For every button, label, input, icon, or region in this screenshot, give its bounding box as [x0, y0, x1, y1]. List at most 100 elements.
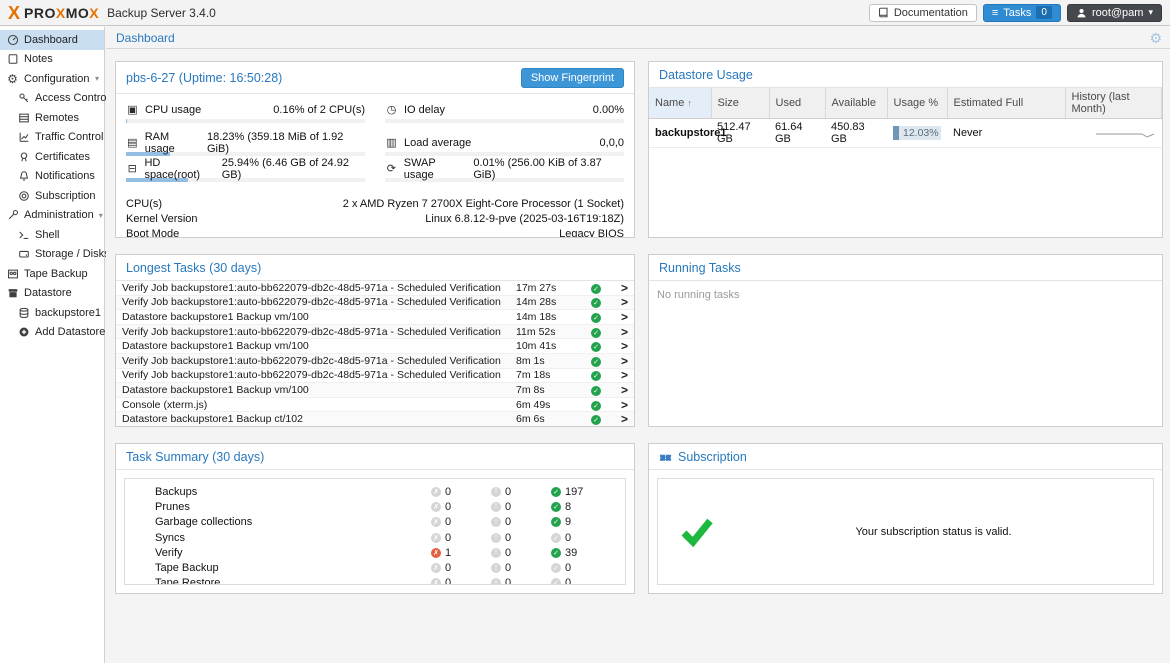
column-header-available[interactable]: Available — [825, 88, 888, 119]
sidebar-item-configuration[interactable]: ⚙ Configuration ▾ — [0, 69, 104, 89]
sidebar-item-remotes[interactable]: Remotes — [0, 108, 104, 128]
sidebar-item-add-datastore[interactable]: Add Datastore — [0, 323, 105, 343]
task-ok-icon: ✓ — [591, 356, 601, 367]
sidebar-item-subscription[interactable]: Subscription — [0, 186, 104, 206]
sidebar-item-tape-backup[interactable]: Tape Backup — [0, 264, 104, 284]
task-row[interactable]: Verify Job backupstore1:auto-bb622079-db… — [116, 368, 634, 384]
task-open-chevron-icon[interactable]: > — [610, 412, 628, 426]
subscription-status-text: Your subscription status is valid. — [855, 525, 1012, 538]
sidebar-item-administration[interactable]: Administration ▾ — [0, 206, 104, 226]
proxmox-logo: X PROXMOX — [8, 4, 99, 22]
summary-row-syncs[interactable]: Syncs ✗ 0 ! 0 ✓ 0 — [125, 530, 625, 545]
wrench-icon — [6, 209, 19, 222]
summary-row-tape-backup[interactable]: Tape Backup ✗ 0 ! 0 ✓ 0 — [125, 560, 625, 575]
column-header-used[interactable]: Used — [769, 88, 826, 119]
task-open-chevron-icon[interactable]: > — [610, 281, 628, 295]
column-header-estimated-full[interactable]: Estimated Full — [947, 88, 1066, 119]
collapse-chevron-icon[interactable]: ▾ — [95, 74, 99, 83]
task-open-chevron-icon[interactable]: > — [610, 398, 628, 412]
column-header-history[interactable]: History (last Month) — [1065, 88, 1162, 119]
proxmox-wordmark: PROXMOX — [24, 4, 100, 21]
error-count-icon: ✗ — [431, 532, 441, 543]
task-row[interactable]: Verify Job backupstore1:auto-bb622079-db… — [116, 354, 634, 369]
dashboard-settings-gear-icon[interactable]: ⚙ — [1149, 31, 1162, 45]
task-row[interactable]: Datastore backupstore1 Backup vm/100 14m … — [116, 310, 634, 325]
support-icon — [17, 189, 30, 202]
warning-count-icon: ! — [491, 547, 501, 558]
ok-count-icon: ✓ — [551, 517, 561, 528]
summary-row-prunes[interactable]: Prunes ✗ 0 ! 0 ✓ 8 — [125, 499, 625, 514]
memory-icon: ▤ — [127, 137, 138, 149]
task-open-chevron-icon[interactable]: > — [610, 325, 628, 339]
column-header-size[interactable]: Size — [711, 88, 770, 119]
page-title: Dashboard — [116, 30, 175, 45]
longest-tasks-panel: Longest Tasks (30 days) Verify Job backu… — [115, 254, 635, 427]
documentation-label: Documentation — [893, 6, 968, 19]
cpu-progress-bar — [126, 119, 365, 123]
ok-count-icon: ✓ — [551, 563, 561, 574]
archive-icon — [6, 287, 19, 300]
task-open-chevron-icon[interactable]: > — [610, 354, 628, 368]
task-row[interactable]: Datastore backupstore1 Backup vm/100 7m 8… — [116, 383, 634, 398]
task-ok-icon: ✓ — [591, 298, 601, 309]
proxmox-x-icon: X — [8, 2, 21, 23]
collapse-chevron-icon[interactable]: ▾ — [99, 211, 103, 220]
error-count-icon: ✗ — [431, 517, 441, 528]
cpu-icon: ▣ — [127, 104, 138, 116]
task-open-chevron-icon[interactable]: > — [610, 368, 628, 382]
user-label: root@pam — [1091, 6, 1144, 19]
remotes-list-icon — [17, 111, 30, 124]
ram-usage-stat: ▤ RAM usage 18.23% (359.18 MiB of 1.92 GiB… — [126, 131, 365, 156]
task-open-chevron-icon[interactable]: > — [610, 383, 628, 397]
summary-row-backups[interactable]: Backups ✗ 0 ! 0 ✓ 197 — [125, 484, 625, 499]
show-fingerprint-button[interactable]: Show Fingerprint — [520, 68, 624, 88]
sidebar-item-dashboard[interactable]: Dashboard — [0, 30, 104, 50]
product-name: Backup Server 3.4.0 — [107, 5, 216, 20]
load-icon: ▥ — [386, 137, 397, 149]
tasks-button[interactable]: ≡ Tasks 0 — [982, 3, 1061, 22]
column-header-name[interactable]: Name ↑ — [649, 88, 712, 119]
error-count-icon: ✗ — [431, 563, 441, 574]
traffic-chart-icon — [17, 131, 30, 144]
column-header-usage[interactable]: Usage % — [887, 88, 948, 119]
error-count-icon: ✗ — [431, 486, 441, 497]
sidebar-item-traffic-control[interactable]: Traffic Control — [0, 128, 104, 148]
datastore-row-backupstore1[interactable]: backupstore1 512.47 GB 61.64 GB 450.83 G… — [649, 118, 1162, 148]
task-open-chevron-icon[interactable]: > — [610, 339, 628, 353]
sidebar-item-notes[interactable]: Notes — [0, 50, 104, 70]
task-open-chevron-icon[interactable]: > — [610, 295, 628, 309]
task-row[interactable]: Verify Job backupstore1:auto-bb622079-db… — [116, 325, 634, 340]
sidebar-item-datastore[interactable]: Datastore — [0, 284, 104, 304]
sort-ascending-icon: ↑ — [687, 98, 692, 108]
book-icon — [878, 7, 888, 18]
summary-row-verify[interactable]: Verify ✗ 1 ! 0 ✓ 39 — [125, 545, 625, 560]
warning-count-icon: ! — [491, 517, 501, 528]
load-average-stat: ▥ Load average 0,0,0 — [385, 135, 624, 156]
summary-row-tape-restore[interactable]: Tape Restore ✗ 0 ! 0 ✓ 0 — [125, 576, 625, 584]
sidebar-item-certificates[interactable]: Certificates — [0, 147, 104, 167]
main-content: Dashboard ⚙ pbs-6-27 (Uptime: 16:50:28) … — [106, 27, 1170, 663]
swap-usage-stat: ⟳ SWAP usage 0.01% (256.00 KiB of 3.87 GiB… — [385, 157, 624, 182]
sidebar-item-access-control[interactable]: Access Control — [0, 89, 109, 109]
task-ok-icon: ✓ — [591, 312, 601, 323]
tasks-count-badge: 0 — [1036, 6, 1052, 19]
task-row[interactable]: Console (xterm.js) 6m 49s ✓ > — [116, 398, 634, 413]
documentation-button[interactable]: Documentation — [868, 3, 977, 22]
sidebar-item-notifications[interactable]: Notifications — [0, 167, 104, 187]
hard-disk-icon — [17, 248, 30, 261]
task-row[interactable]: Datastore backupstore1 Backup ct/102 6m 6… — [116, 412, 634, 426]
task-open-chevron-icon[interactable]: > — [610, 310, 628, 324]
sidebar-item-shell[interactable]: Shell — [0, 225, 104, 245]
sidebar-item-backupstore1[interactable]: backupstore1 — [0, 303, 104, 323]
sidebar-item-storage-disks[interactable]: Storage / Disks — [0, 245, 110, 265]
task-row[interactable]: Verify Job backupstore1:auto-bb622079-db… — [116, 295, 634, 311]
task-summary-panel: Task Summary (30 days) Backups ✗ 0 ! 0 ✓ 19… — [115, 443, 635, 594]
datastore-usage-panel: Datastore Usage Name ↑ Size Used Availab… — [648, 61, 1163, 238]
cpus-info-row: CPU(s) 2 x AMD Ryzen 7 2700X Eight-Core P… — [126, 198, 624, 211]
datastore-usage-title: Datastore Usage — [659, 68, 753, 82]
hdd-icon: ⊟ — [127, 163, 137, 175]
user-menu-button[interactable]: root@pam ▾ — [1066, 3, 1162, 22]
task-row[interactable]: Verify Job backupstore1:auto-bb622079-db… — [116, 281, 634, 296]
task-row[interactable]: Datastore backupstore1 Backup vm/100 10m … — [116, 339, 634, 354]
summary-row-garbage-collections[interactable]: Garbage collections ✗ 0 ! 0 ✓ 9 — [125, 515, 625, 530]
